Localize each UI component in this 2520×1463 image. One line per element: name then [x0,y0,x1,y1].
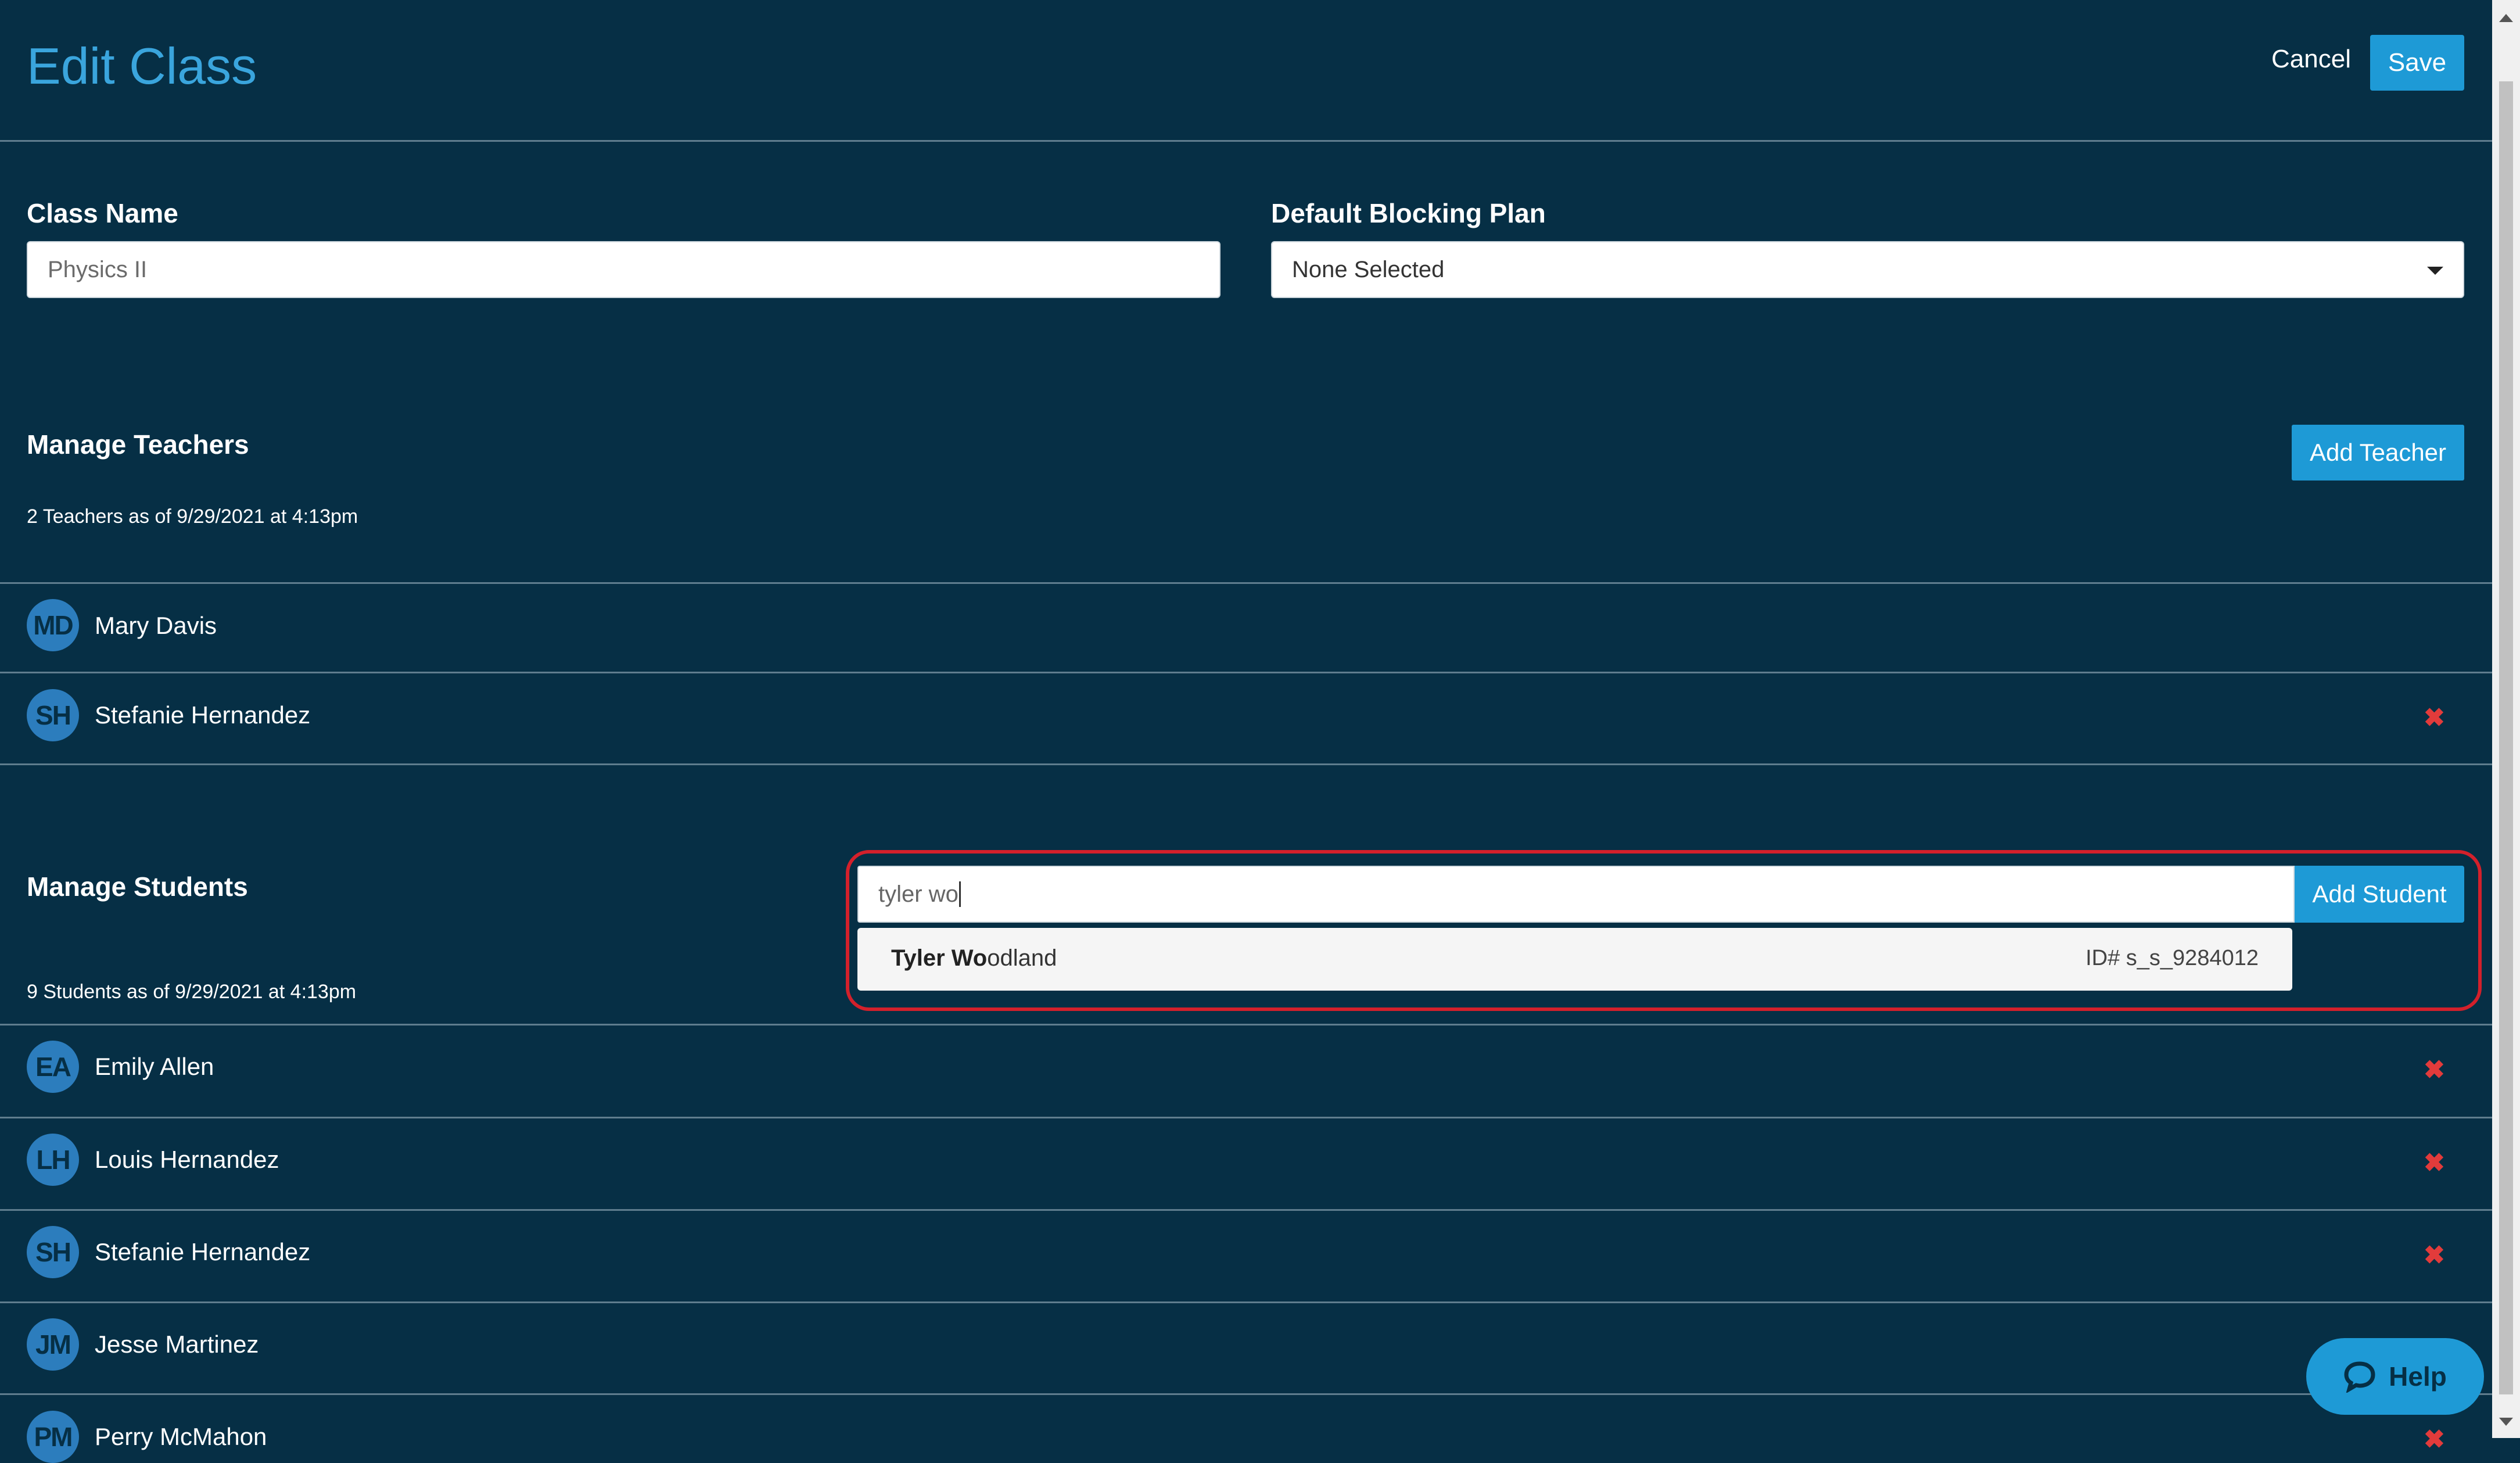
row-divider [0,582,2492,584]
students-count-text: 9 Students as of 9/29/2021 at 4:13pm [27,981,357,1003]
text-cursor [959,881,961,907]
help-label: Help [2389,1361,2447,1392]
student-search-input[interactable]: tyler wo [857,866,2295,923]
student-name: Jesse Martinez [95,1331,259,1358]
suggestion-rest: odland [987,945,1057,971]
manage-students-heading: Manage Students [27,872,248,902]
student-suggestion-dropdown: Tyler Woodland ID# s_s_9284012 [857,928,2292,991]
avatar: EA [27,1041,79,1093]
avatar: SH [27,689,79,741]
page-title: Edit Class [27,37,257,95]
scroll-down-icon[interactable] [2499,1418,2513,1426]
class-name-input[interactable]: Physics II [27,241,1220,298]
blocking-plan-value: None Selected [1292,256,1445,282]
suggestion-id: ID# s_s_9284012 [2085,946,2259,970]
avatar: JM [27,1318,79,1371]
avatar: LH [27,1134,79,1186]
avatar: PM [27,1411,79,1463]
manage-teachers-heading: Manage Teachers [27,429,249,460]
row-divider [0,1301,2492,1303]
save-button[interactable]: Save [2370,35,2464,91]
avatar: MD [27,599,79,651]
help-button[interactable]: Help [2306,1338,2484,1415]
row-divider [0,1117,2492,1118]
remove-teacher-icon[interactable]: ✖ [2424,705,2445,731]
chat-bubble-icon [2344,1361,2375,1393]
suggestion-match: Tyler Wo [891,945,988,971]
blocking-plan-select[interactable]: None Selected [1271,241,2464,298]
class-name-label: Class Name [27,198,178,228]
student-name: Perry McMahon [95,1423,267,1450]
scroll-up-icon[interactable] [2499,14,2513,22]
remove-student-icon[interactable]: ✖ [2424,1243,2445,1268]
suggestion-name: Tyler Woodland [891,945,1057,971]
add-student-button[interactable]: Add Student [2295,866,2464,923]
student-name: Louis Hernandez [95,1146,279,1173]
teacher-name: Stefanie Hernandez [95,701,311,729]
scrollbar-thumb[interactable] [2499,81,2513,1394]
student-name: Stefanie Hernandez [95,1238,311,1265]
blocking-plan-label: Default Blocking Plan [1271,198,1546,228]
class-name-value: Physics II [48,256,148,282]
chevron-down-icon [2427,267,2443,275]
teachers-count-text: 2 Teachers as of 9/29/2021 at 4:13pm [27,505,358,528]
row-divider [0,1024,2492,1025]
remove-student-icon[interactable]: ✖ [2424,1057,2445,1083]
remove-student-icon[interactable]: ✖ [2424,1427,2445,1453]
row-divider [0,1393,2492,1395]
student-suggestion-item[interactable]: Tyler Woodland ID# s_s_9284012 [857,928,2292,991]
teacher-name: Mary Davis [95,612,217,639]
add-teacher-button[interactable]: Add Teacher [2292,425,2464,481]
header-divider [0,140,2492,142]
student-search-value: tyler wo [878,881,959,907]
row-divider [0,1209,2492,1211]
remove-student-icon[interactable]: ✖ [2424,1150,2445,1176]
row-divider [0,672,2492,673]
avatar: SH [27,1226,79,1278]
row-divider [0,763,2492,765]
cancel-button[interactable]: Cancel [2271,46,2351,72]
student-name: Emily Allen [95,1053,214,1080]
